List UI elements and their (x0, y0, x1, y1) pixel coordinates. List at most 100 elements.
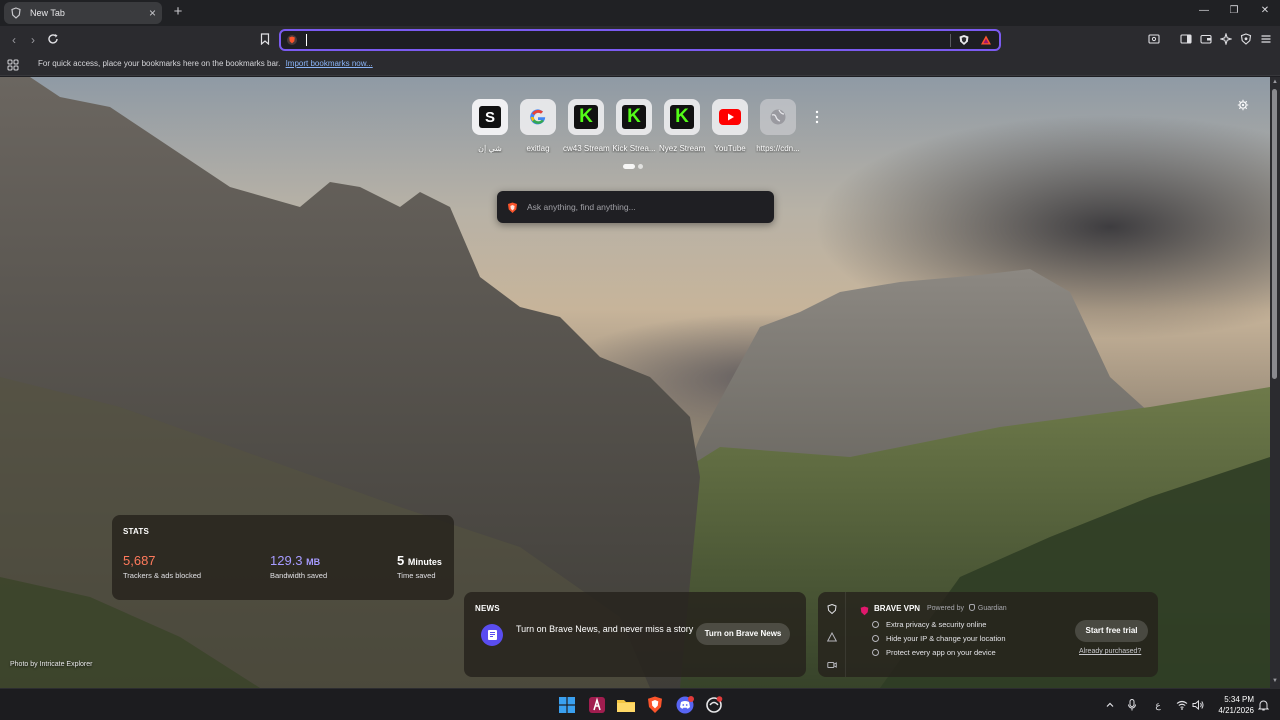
tab-search-icon[interactable] (1147, 32, 1161, 46)
news-icon (481, 624, 503, 646)
address-bar[interactable] (279, 29, 1001, 51)
new-tab-button[interactable]: + (170, 3, 186, 21)
scroll-down-icon[interactable]: ▼ (1272, 678, 1278, 684)
brave-lion-icon (507, 201, 518, 219)
bookmarks-hint: For quick access, place your bookmarks h… (38, 59, 281, 68)
app-icon-red[interactable] (588, 696, 606, 714)
taskbar-clock[interactable]: 5:34 PM 4/21/2026 (1208, 694, 1254, 716)
bookmark-icon[interactable] (258, 32, 272, 46)
kick-icon: K (616, 99, 652, 135)
news-promo-text: Turn on Brave News, and never miss a sto… (516, 624, 694, 634)
vpn-title: BRAVE VPN (874, 604, 921, 613)
tab-title: New Tab (30, 8, 65, 18)
taskbar: ع 5:34 PM 4/21/2026 (0, 688, 1280, 720)
turn-on-news-button[interactable]: Turn on Brave News (696, 623, 790, 645)
windows-start-icon[interactable] (558, 696, 576, 714)
wallet-icon[interactable] (1199, 32, 1213, 46)
stats-title: STATS (123, 527, 150, 536)
settings-gear-icon[interactable] (1237, 98, 1249, 111)
clock-time: 5:34 PM (1224, 695, 1254, 704)
kick-icon: K (664, 99, 700, 135)
top-site-tile[interactable]: exitlag (515, 99, 561, 153)
vpn-icon[interactable] (1239, 32, 1253, 46)
sidebar-icon[interactable] (1179, 32, 1193, 46)
minimize-icon[interactable]: — (1197, 4, 1211, 18)
start-free-trial-button[interactable]: Start free trial (1075, 620, 1148, 642)
top-site-tile[interactable]: S شي إن (467, 99, 513, 153)
trackers-blocked-label: Trackers & ads blocked (123, 571, 202, 580)
vpn-widget: BRAVE VPN Powered by Guardian Extra priv… (818, 592, 1158, 677)
discord-icon[interactable] (676, 696, 694, 714)
vpn-feature: Protect every app on your device (872, 648, 996, 657)
site-info-icon[interactable] (285, 33, 299, 47)
site-glyph: K (670, 105, 694, 129)
vpn-powered-by: Powered by Guardian (927, 604, 1007, 612)
top-site-tile[interactable]: https://cdn... (755, 99, 801, 153)
bandwidth-saved-value: 129.3 (270, 553, 303, 568)
app-icon-swirl[interactable] (705, 696, 723, 714)
video-call-icon[interactable] (827, 657, 837, 668)
photo-credit[interactable]: Photo by Intricate Explorer (10, 661, 93, 668)
page-dot[interactable] (638, 164, 643, 169)
back-icon[interactable]: ‹ (6, 32, 22, 48)
already-purchased-link[interactable]: Already purchased? (1079, 648, 1141, 655)
menu-icon[interactable] (1259, 32, 1273, 46)
search-box[interactable]: Ask anything, find anything... (497, 191, 774, 223)
restore-icon[interactable]: ❐ (1227, 4, 1241, 18)
guardian-label: Guardian (977, 605, 1007, 612)
apps-grid-icon[interactable] (7, 58, 19, 71)
brave-rewards-icon[interactable] (979, 33, 993, 47)
kick-icon: K (568, 99, 604, 135)
more-options-icon[interactable] (814, 110, 820, 124)
top-site-tile[interactable]: K Nyez Stream (659, 99, 705, 153)
file-explorer-icon[interactable] (617, 696, 635, 714)
tab-close-icon[interactable]: × (149, 7, 156, 19)
globe-icon (760, 99, 796, 135)
bookmarks-bar: For quick access, place your bookmarks h… (0, 54, 1280, 76)
leo-ai-icon[interactable] (1219, 32, 1233, 46)
wifi-icon[interactable] (1176, 699, 1188, 711)
bandwidth-saved-stat: 129.3 MB (270, 553, 320, 568)
brave-shields-icon[interactable] (957, 33, 971, 47)
youtube-icon (712, 99, 748, 135)
site-glyph: K (574, 105, 598, 129)
scroll-thumb[interactable] (1272, 89, 1277, 379)
top-site-tile[interactable]: K Kick Strea... (611, 99, 657, 153)
notifications-bell-icon[interactable] (1257, 699, 1269, 711)
brave-shield-icon (10, 7, 22, 19)
volume-icon[interactable] (1192, 699, 1204, 711)
keyboard-layout-indicator[interactable]: ع (1152, 699, 1164, 711)
import-bookmarks-link[interactable]: Import bookmarks now... (286, 59, 373, 68)
site-glyph: S (479, 106, 501, 128)
top-site-label: exitlag (526, 144, 550, 153)
vpn-shield-icon[interactable] (827, 601, 837, 615)
tab-new-tab[interactable]: New Tab × (4, 2, 162, 24)
time-saved-stat: 5 Minutes (397, 553, 442, 568)
page-scrollbar[interactable]: ▲ ▼ (1270, 77, 1280, 688)
bandwidth-unit: MB (306, 557, 321, 567)
address-input[interactable] (303, 33, 923, 47)
omnibox-divider (950, 34, 951, 47)
brave-browser-icon[interactable] (646, 696, 664, 714)
forward-icon[interactable]: › (25, 32, 41, 48)
widget-switcher (818, 592, 846, 677)
show-hidden-icons[interactable] (1104, 699, 1116, 711)
news-title: NEWS (475, 604, 500, 613)
top-site-tile[interactable]: K cw43 Stream (563, 99, 609, 153)
clock-date: 4/21/2026 (1218, 706, 1254, 715)
page-dot-active[interactable] (623, 164, 635, 169)
bookmarks-message: For quick access, place your bookmarks h… (38, 59, 373, 68)
trackers-blocked-value: 5,687 (123, 553, 156, 568)
vpn-feature: Hide your IP & change your location (872, 634, 1006, 643)
search-placeholder: Ask anything, find anything... (527, 202, 636, 212)
top-site-tile[interactable]: YouTube (707, 99, 753, 153)
shein-icon: S (472, 99, 508, 135)
reload-icon[interactable] (46, 32, 60, 46)
microphone-icon[interactable] (1126, 699, 1138, 711)
scroll-up-icon[interactable]: ▲ (1272, 79, 1278, 85)
close-window-icon[interactable]: ✕ (1258, 4, 1272, 18)
top-site-label: cw43 Stream (563, 144, 609, 153)
new-tab-page: S شي إن exitlag K cw43 Stream K Kick Str… (0, 77, 1270, 688)
title-bar: New Tab × + — ❐ ✕ (0, 0, 1280, 26)
rewards-triangle-icon[interactable] (826, 629, 838, 642)
